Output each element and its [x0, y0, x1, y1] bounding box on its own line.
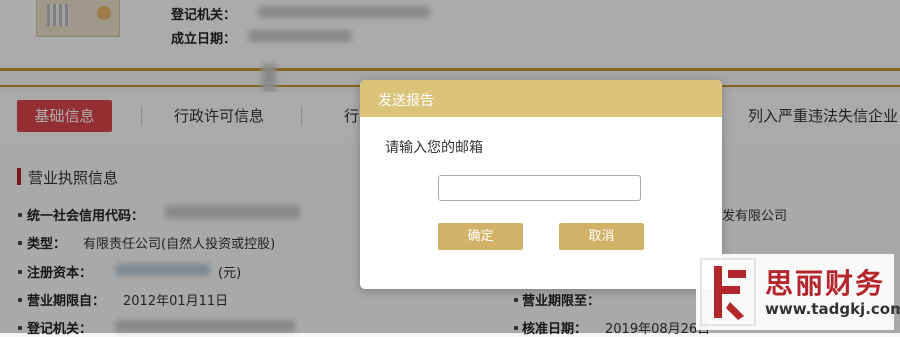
watermark: 思丽财务 www.tadgkj.com [696, 254, 900, 330]
send-report-dialog: 发送报告 请输入您的邮箱 确定 取消 [360, 80, 722, 289]
dialog-header: 发送报告 [360, 80, 722, 117]
watermark-name: 思丽财务 [765, 267, 886, 300]
email-input[interactable] [438, 175, 641, 201]
confirm-button[interactable]: 确定 [438, 223, 523, 250]
sili-finance-logo-icon [700, 258, 756, 326]
watermark-url: www.tadgkj.com [765, 300, 900, 318]
dialog-title: 发送报告 [378, 93, 434, 109]
company-detail-page: 登记机关： 成立日期： 基础信息 行政许可信息 行 列入严重违法失信企业 营业执… [0, 0, 900, 337]
cancel-button[interactable]: 取消 [559, 223, 644, 250]
dialog-prompt: 请输入您的邮箱 [385, 140, 483, 156]
